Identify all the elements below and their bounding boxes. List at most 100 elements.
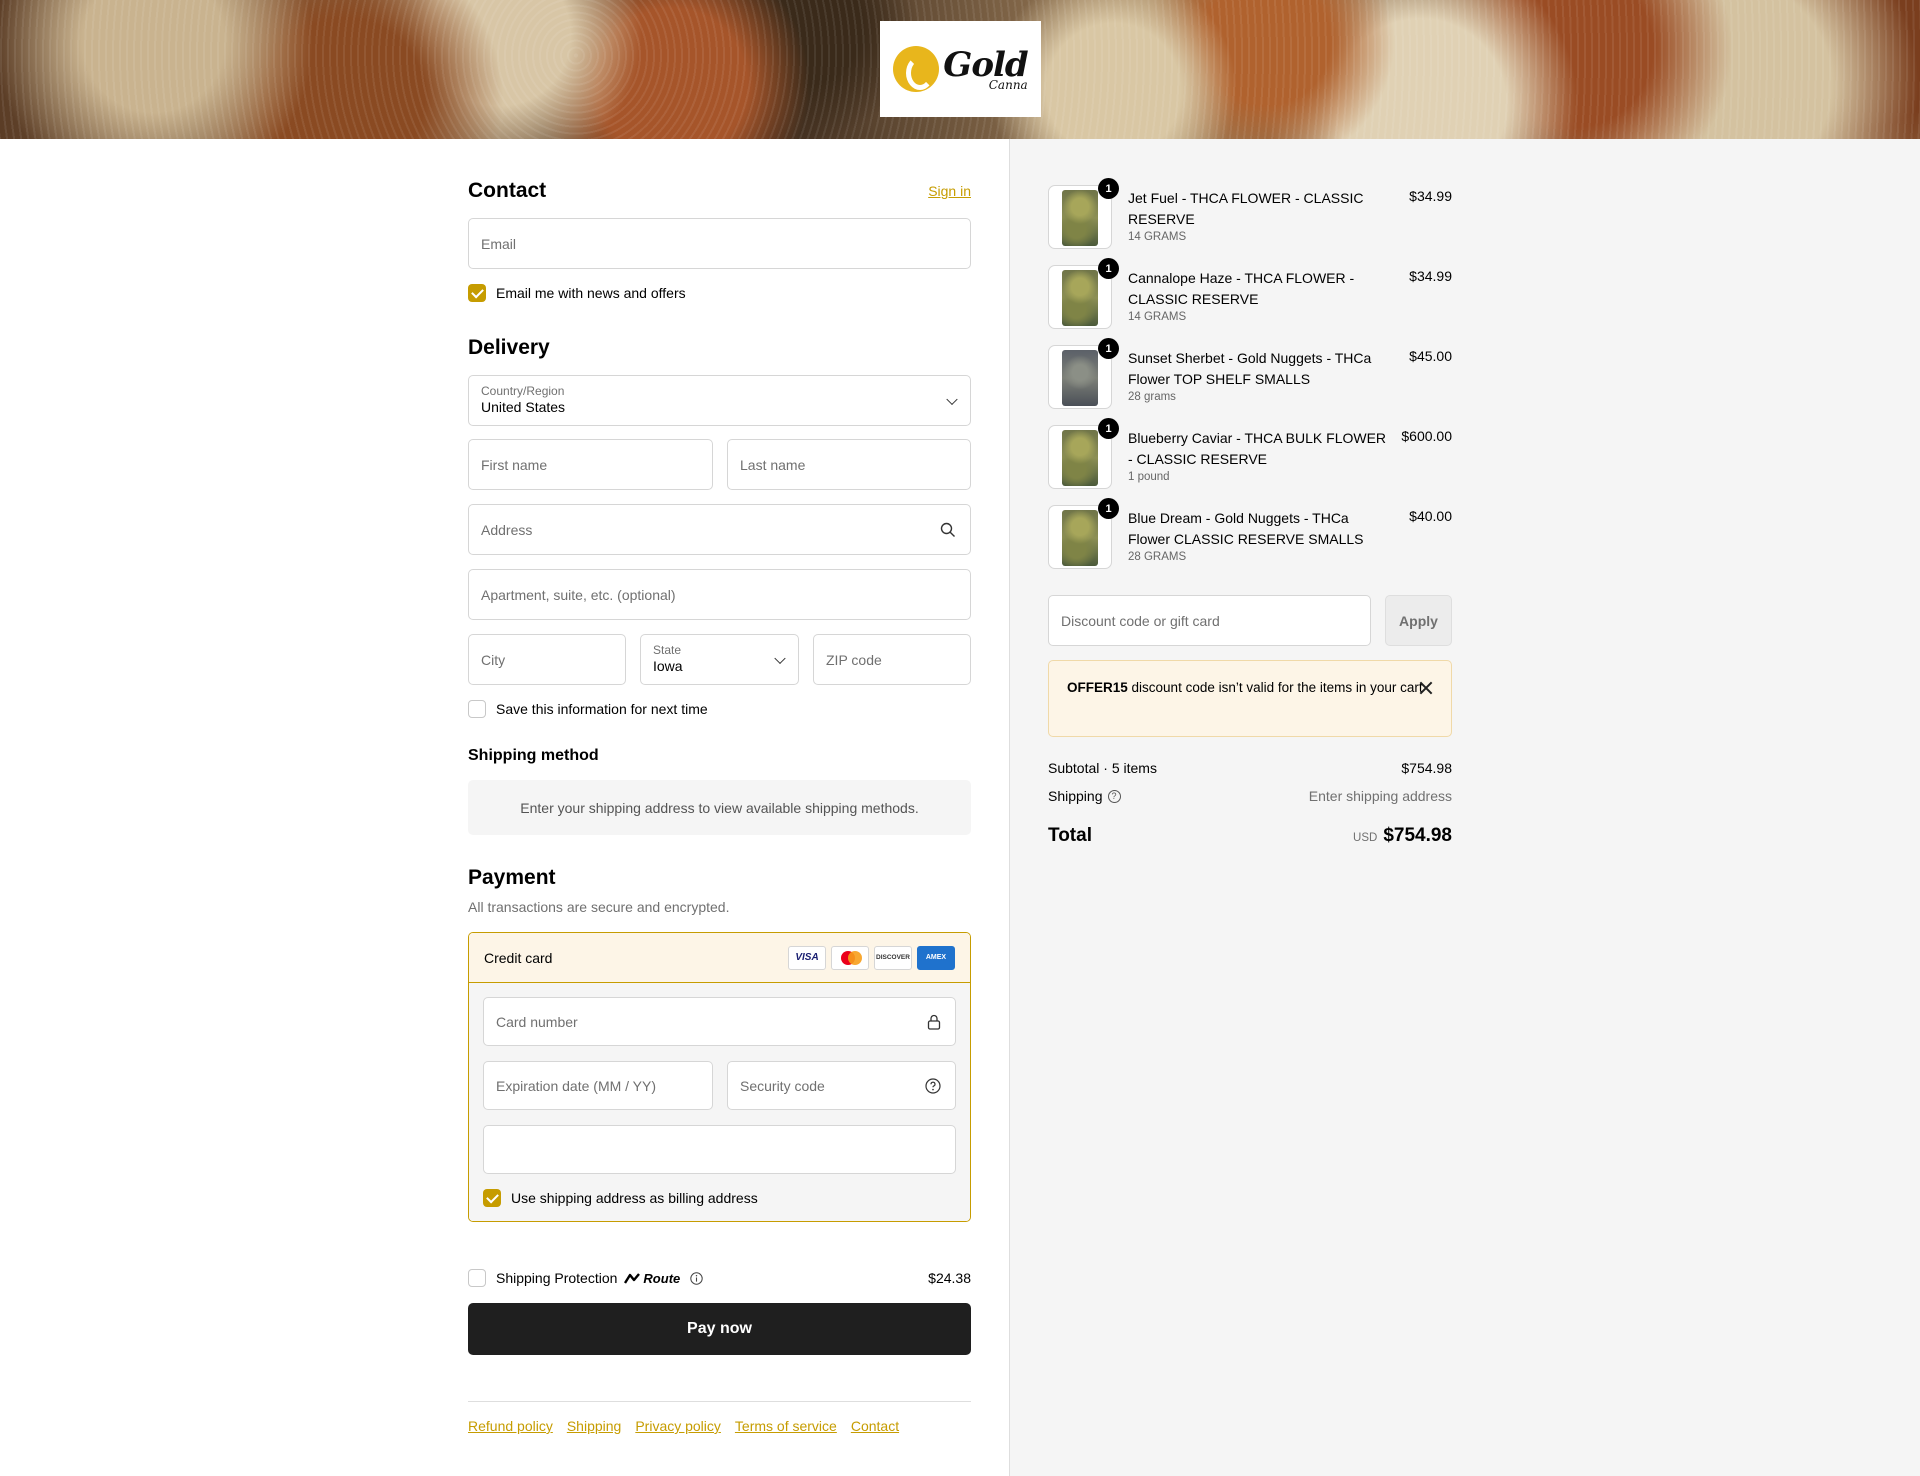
amex-icon: AMEX [917,945,955,970]
cart-item: 1 Jet Fuel - THCA FLOWER - CLASSIC RESER… [1048,178,1452,249]
close-icon[interactable] [1419,681,1433,695]
item-price: $34.99 [1409,268,1452,284]
product-thumbnail: 1 [1048,258,1119,329]
item-name: Cannalope Haze - THCA FLOWER - CLASSIC R… [1128,270,1355,307]
zip-field[interactable]: ZIP code [813,634,971,685]
item-name: Jet Fuel - THCA FLOWER - CLASSIC RESERVE [1128,190,1364,227]
help-icon[interactable] [925,1078,941,1094]
quantity-badge: 1 [1098,338,1119,359]
billing-checkbox-row[interactable]: Use shipping address as billing address [483,1189,956,1207]
cart-item: 1 Cannalope Haze - THCA FLOWER - CLASSIC… [1048,258,1452,329]
product-thumbnail: 1 [1048,338,1119,409]
logo-mark-icon [893,46,940,92]
sign-in-link[interactable]: Sign in [928,183,971,199]
news-label: Email me with news and offers [496,285,686,301]
info-icon[interactable] [690,1271,703,1285]
visa-icon: VISA [788,945,826,970]
city-field[interactable]: City [468,634,626,685]
discount-code-field[interactable]: Discount code or gift card [1048,595,1371,646]
news-checkbox[interactable] [468,284,486,302]
apartment-field[interactable]: Apartment, suite, etc. (optional) [468,569,971,620]
logo-sub: Canna [988,77,1028,92]
address-field[interactable]: Address [468,504,971,555]
total-label: Total [1048,825,1092,846]
contact-title: Contact [468,179,547,202]
product-thumbnail: 1 [1048,418,1119,489]
subtotal-label: Subtotal · 5 items [1048,760,1157,776]
total-value: $754.98 [1383,825,1452,846]
country-select[interactable]: Country/Region United States [468,375,971,426]
pay-now-button[interactable]: Pay now [468,1303,971,1355]
item-name: Blueberry Caviar - THCA BULK FLOWER - CL… [1128,430,1387,467]
item-variant: 28 grams [1128,391,1176,403]
item-variant: 1 pound [1128,471,1170,483]
billing-label: Use shipping address as billing address [511,1190,758,1206]
shipping-label: Shipping [1048,788,1103,804]
shipping-protection-checkbox[interactable] [468,1269,486,1287]
refund-policy-link[interactable]: Refund policy [468,1418,553,1434]
chevron-down-icon [946,393,958,405]
terms-of-service-link[interactable]: Terms of service [735,1418,837,1434]
total-row: Total USD $754.98 [1048,825,1452,847]
contact-link[interactable]: Contact [851,1418,899,1434]
quantity-badge: 1 [1098,418,1119,439]
name-on-card-field[interactable] [483,1125,956,1174]
discover-icon: DISCOVER [874,945,912,970]
shipping-method-title: Shipping method [468,747,599,764]
shipping-protection-label: Shipping Protection [496,1270,618,1286]
card-number-field[interactable]: Card number [483,997,956,1046]
cart-item: 1 Blue Dream - Gold Nuggets - THCa Flowe… [1048,498,1452,569]
expiration-field[interactable]: Expiration date (MM / YY) [483,1061,713,1110]
shipping-protection-row: Shipping Protection Route $24.38 [468,1269,971,1287]
save-info-checkbox[interactable] [468,700,486,718]
lock-icon [927,1014,941,1030]
first-name-field[interactable]: First name [468,439,713,490]
state-select[interactable]: State Iowa [640,634,799,685]
item-variant: 14 GRAMS [1128,311,1187,323]
shipping-protection-price: $24.38 [928,1270,971,1286]
privacy-policy-link[interactable]: Privacy policy [635,1418,721,1434]
route-brand: Route [643,1270,681,1286]
discount-row: Discount code or gift card Apply [1048,595,1452,646]
quantity-badge: 1 [1098,178,1119,199]
item-price: $45.00 [1409,348,1452,364]
apply-discount-button[interactable]: Apply [1385,595,1452,646]
route-logo-icon [624,1273,641,1284]
order-summary-panel [1009,139,1920,1476]
last-name-field[interactable]: Last name [727,439,971,490]
subtotal-value: $754.98 [1401,760,1452,776]
chevron-down-icon [774,652,786,664]
save-info-label: Save this information for next time [496,701,708,717]
credit-card-option[interactable]: Credit card VISA DISCOVER AMEX [469,933,970,983]
search-icon [940,522,955,537]
alert-code: OFFER15 [1067,680,1128,695]
payment-subtitle: All transactions are secure and encrypte… [468,899,730,915]
product-thumbnail: 1 [1048,178,1119,249]
credit-card-label: Credit card [484,949,553,966]
help-icon[interactable]: ? [1107,789,1121,803]
item-variant: 14 GRAMS [1128,231,1187,243]
logo-word: Gold [943,44,1028,85]
security-code-field[interactable]: Security code [727,1061,956,1110]
quantity-badge: 1 [1098,498,1119,519]
email-field[interactable]: Email [468,218,971,269]
store-logo[interactable]: Gold Canna [880,21,1041,117]
shipping-policy-link[interactable]: Shipping [567,1418,622,1434]
cart-item: 1 Sunset Sherbet - Gold Nuggets - THCa F… [1048,338,1452,409]
item-name: Sunset Sherbet - Gold Nuggets - THCa Flo… [1128,350,1372,387]
cart-item: 1 Blueberry Caviar - THCA BULK FLOWER - … [1048,418,1452,489]
product-thumbnail: 1 [1048,498,1119,569]
billing-checkbox[interactable] [483,1189,501,1207]
news-checkbox-row[interactable]: Email me with news and offers [468,284,686,302]
quantity-badge: 1 [1098,258,1119,279]
item-name: Blue Dream - Gold Nuggets - THCa Flower … [1128,510,1364,547]
save-info-row[interactable]: Save this information for next time [468,700,708,718]
item-price: $34.99 [1409,188,1452,204]
delivery-title: Delivery [468,336,550,359]
currency-code: USD [1353,832,1378,844]
item-variant: 28 GRAMS [1128,551,1187,563]
card-brands: VISA DISCOVER AMEX [788,945,955,970]
payment-title: Payment [468,866,556,889]
footer-links: Refund policy Shipping Privacy policy Te… [468,1418,899,1434]
footer-divider [468,1401,971,1402]
